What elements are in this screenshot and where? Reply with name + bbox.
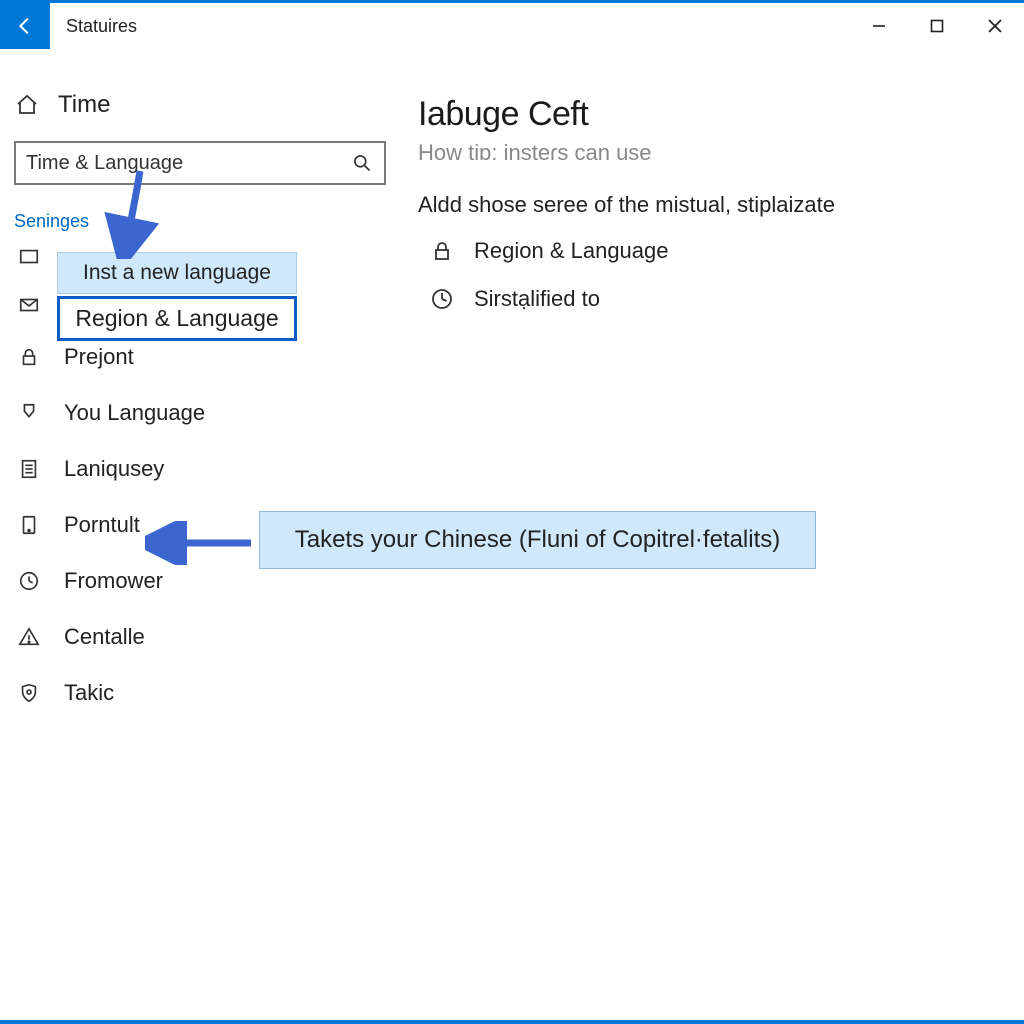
- minimize-button[interactable]: [850, 3, 908, 49]
- home-icon: [14, 93, 40, 117]
- callout-new-language: Inst a new language: [57, 252, 297, 294]
- bottom-accent-bar: [0, 1020, 1024, 1024]
- search-icon[interactable]: [350, 153, 374, 173]
- nav-item-prejont[interactable]: Prejont: [14, 338, 386, 376]
- nav-label: Takic: [64, 680, 114, 706]
- page-title: Iaɓuge Ceft: [418, 95, 1000, 134]
- nav-item-laniqusey[interactable]: Laniqusey: [14, 450, 386, 488]
- option-sirstalified[interactable]: Sirstạlified to: [418, 286, 1000, 312]
- callout-region-language: Region & Language: [57, 296, 297, 341]
- mail-icon: [16, 294, 42, 316]
- tag-icon: [16, 402, 42, 424]
- nav-item-you-language[interactable]: You Language: [14, 394, 386, 432]
- maximize-button[interactable]: [908, 3, 966, 49]
- nav-label: Prejont: [64, 344, 134, 370]
- search-box[interactable]: [14, 141, 386, 185]
- nav-label: Porntult: [64, 512, 140, 538]
- nav-label: Laniqusey: [64, 456, 164, 482]
- search-input[interactable]: [26, 152, 350, 175]
- power-icon: [16, 570, 42, 592]
- document-icon: [16, 458, 42, 480]
- maximize-icon: [930, 19, 944, 33]
- window-title: Statuires: [50, 3, 153, 49]
- nav-label: You Language: [64, 400, 205, 426]
- nav-label: Fromower: [64, 568, 163, 594]
- nav-item-centalle[interactable]: Centalle: [14, 618, 386, 656]
- nav-label: Centalle: [64, 624, 145, 650]
- callout-stack: Inst a new language Region & Language: [57, 252, 297, 341]
- clock-icon: [428, 287, 456, 311]
- home-label: Time: [58, 91, 110, 119]
- page-subtitle: How tiɒ: insteɾs can use: [418, 140, 1000, 166]
- close-button[interactable]: [966, 3, 1024, 49]
- display-icon: [16, 246, 42, 268]
- titlebar: Statuires: [0, 3, 1024, 49]
- nav-item-takic[interactable]: Takic: [14, 674, 386, 712]
- back-button[interactable]: [0, 3, 50, 49]
- minimize-icon: [872, 19, 886, 33]
- shield-icon: [16, 682, 42, 704]
- option-list: Region & Language Sirstạlified to: [418, 238, 1000, 312]
- arrow-left-icon: [14, 15, 36, 37]
- page-description: Aldd shose seree of the mistual, stiplai…: [418, 192, 1000, 218]
- warning-icon: [16, 626, 42, 648]
- close-icon: [987, 18, 1003, 34]
- option-label: Region & Language: [474, 238, 669, 264]
- callout-chinese-hint: Takets your Chinese (Fluni of Copitrel·f…: [259, 511, 816, 569]
- tablet-icon: [16, 514, 42, 536]
- lock-icon: [428, 239, 456, 263]
- option-region-language[interactable]: Region & Language: [418, 238, 1000, 264]
- home-row[interactable]: Time: [14, 87, 386, 141]
- option-label: Sirstạlified to: [474, 286, 600, 312]
- lock-icon: [16, 346, 42, 368]
- section-label: Seninges: [14, 205, 386, 238]
